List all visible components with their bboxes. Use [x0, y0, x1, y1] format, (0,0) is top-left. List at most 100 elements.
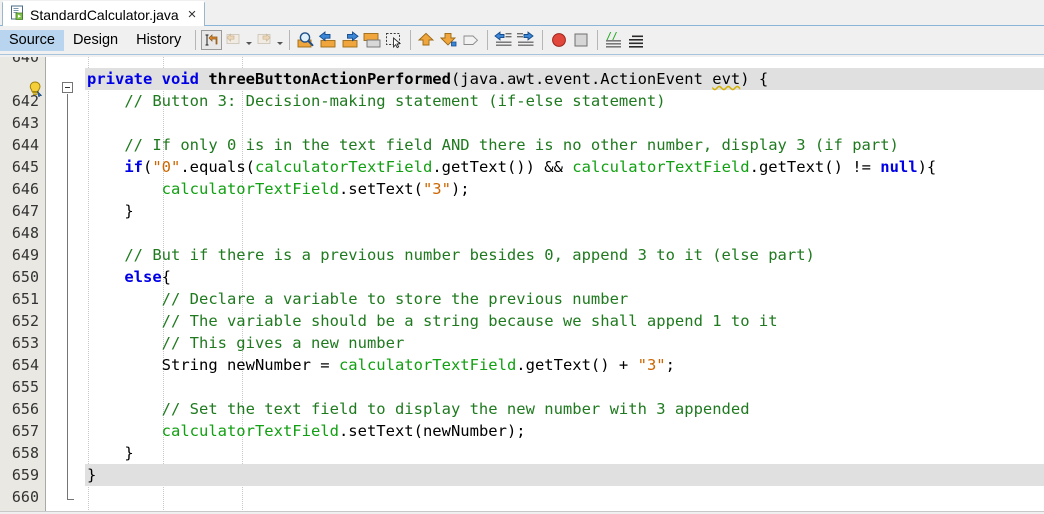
code-token-pln: ); [450, 180, 470, 198]
code-line[interactable]: calculatorTextField.setText(newNumber); [85, 420, 526, 442]
forward-icon[interactable] [253, 29, 275, 51]
code-token-fld: calculatorTextField [161, 422, 339, 440]
code-line[interactable]: // Set the text field to display the new… [85, 398, 750, 420]
line-number: 645 [11, 158, 39, 176]
highlighted-line-band [85, 464, 1044, 486]
code-token-kw: void [161, 70, 209, 88]
find-previous-icon[interactable] [317, 29, 339, 51]
previous-bookmark-icon[interactable] [416, 29, 438, 51]
editor-tab-strip: StandardCalculator.java × [0, 0, 1044, 26]
toolbar-separator [195, 30, 197, 50]
code-token-pln: .getText()) && [432, 158, 573, 176]
find-selection-icon[interactable] [295, 29, 317, 51]
code-line[interactable]: // Button 3: Decision-making statement (… [85, 90, 666, 112]
code-line[interactable]: } [85, 464, 96, 486]
tab-design-label: Design [72, 32, 119, 48]
code-line[interactable]: // If only 0 is in the text field AND th… [85, 134, 899, 156]
toggle-highlight-icon[interactable] [361, 29, 383, 51]
code-line[interactable]: else{ [85, 266, 171, 288]
line-number: 646 [11, 180, 39, 198]
line-number: 643 [11, 114, 39, 132]
tab-design[interactable]: Design [64, 30, 127, 51]
svg-text://: // [606, 31, 618, 42]
code-token-fld: calculatorTextField [161, 180, 339, 198]
line-number: 648 [11, 224, 39, 242]
code-token-pln: ){ [917, 158, 937, 176]
start-macro-recording-icon[interactable] [548, 29, 570, 51]
netbeans-editor-window: StandardCalculator.java × Source Design … [0, 0, 1044, 514]
code-line[interactable] [85, 486, 87, 508]
tab-source[interactable]: Source [0, 29, 64, 51]
code-token-cmt: // This gives a new number [87, 334, 405, 352]
hint-bulb-icon[interactable] [28, 81, 43, 99]
code-token-pln: ) { [740, 70, 769, 88]
line-number-gutter[interactable]: 640 642 643 644 645 646 647 648 649 650 651 652 653 6… [0, 57, 46, 514]
java-file-icon [10, 5, 25, 25]
code-editor[interactable]: 640 642 643 644 645 646 647 648 649 650 651 652 653 6… [0, 57, 1044, 514]
fold-collapse-box[interactable] [62, 82, 73, 93]
code-line[interactable] [85, 376, 87, 398]
shift-left-icon[interactable] [493, 29, 515, 51]
line-number: 650 [11, 268, 39, 286]
code-line[interactable]: // The variable should be a string becau… [85, 310, 778, 332]
tab-history[interactable]: History [127, 30, 190, 51]
line-number: 640 [11, 57, 39, 66]
toggle-bookmark-icon[interactable] [460, 29, 482, 51]
line-number: 649 [11, 246, 39, 264]
code-token-pln: .getText() != [749, 158, 881, 176]
code-line[interactable] [85, 222, 87, 244]
toggle-rectangular-selection-icon[interactable] [383, 29, 405, 51]
line-number: 658 [11, 444, 39, 462]
code-token-str: "3" [637, 356, 666, 374]
code-token-pln [87, 158, 124, 176]
code-text-area[interactable]: private void threeButtonActionPerformed(… [85, 57, 1044, 514]
code-line[interactable]: String newNumber = calculatorTextField.g… [85, 354, 675, 376]
code-token-cmt: // The variable should be a string becau… [87, 312, 778, 330]
back-dropdown-icon[interactable] [244, 30, 253, 50]
back-icon[interactable] [222, 29, 244, 51]
code-token-pln: { [161, 268, 171, 286]
code-line[interactable]: private void threeButtonActionPerformed(… [85, 68, 768, 90]
shift-right-icon[interactable] [515, 29, 537, 51]
code-line[interactable]: // Declare a variable to store the previ… [85, 288, 629, 310]
code-token-kw: null [880, 158, 918, 176]
close-icon[interactable]: × [188, 7, 197, 22]
forward-dropdown-icon[interactable] [275, 30, 284, 50]
code-line[interactable]: // But if there is a previous number bes… [85, 244, 815, 266]
uncomment-icon[interactable] [625, 29, 647, 51]
last-edit-position-icon[interactable] [201, 30, 223, 50]
code-token-pln: ( [143, 158, 153, 176]
toolbar-separator [542, 30, 544, 50]
code-token-pln: String newNumber = [87, 356, 339, 374]
line-number: 651 [11, 290, 39, 308]
code-token-cmt: // Set the text field to display the new… [87, 400, 750, 418]
code-line[interactable]: calculatorTextField.setText("3"); [85, 178, 470, 200]
code-line[interactable] [85, 112, 87, 134]
code-token-pln: } [87, 202, 134, 220]
code-line[interactable]: if("0".equals(calculatorTextField.getTex… [85, 156, 936, 178]
toolbar-separator [289, 30, 291, 50]
code-token-pln: (java.awt.event.ActionEvent [450, 70, 713, 88]
toolbar-separator [410, 30, 412, 50]
toolbar-separator [597, 30, 599, 50]
code-token-pln [87, 180, 162, 198]
code-token-cmt: // If only 0 is in the text field AND th… [87, 136, 899, 154]
fold-region-end [67, 499, 74, 500]
find-next-icon[interactable] [339, 29, 361, 51]
line-number: 647 [11, 202, 39, 220]
code-token-fld: calculatorTextField [338, 356, 517, 374]
toolbar-separator [487, 30, 489, 50]
next-bookmark-icon[interactable] [438, 29, 460, 51]
code-token-pln: ; [665, 356, 675, 374]
code-line[interactable] [85, 57, 87, 68]
code-token-cmt: // Button 3: Decision-making statement (… [87, 92, 666, 110]
code-fold-column[interactable] [47, 57, 85, 514]
tab-source-label: Source [9, 32, 55, 48]
file-tab-standardcalculator[interactable]: StandardCalculator.java × [2, 1, 206, 26]
code-line[interactable]: } [85, 442, 133, 464]
code-token-pln: .getText() + [516, 356, 638, 374]
stop-macro-recording-icon[interactable] [570, 29, 592, 51]
comment-icon[interactable]: // [603, 29, 625, 51]
code-line[interactable]: } [85, 200, 134, 222]
code-line[interactable]: // This gives a new number [85, 332, 405, 354]
